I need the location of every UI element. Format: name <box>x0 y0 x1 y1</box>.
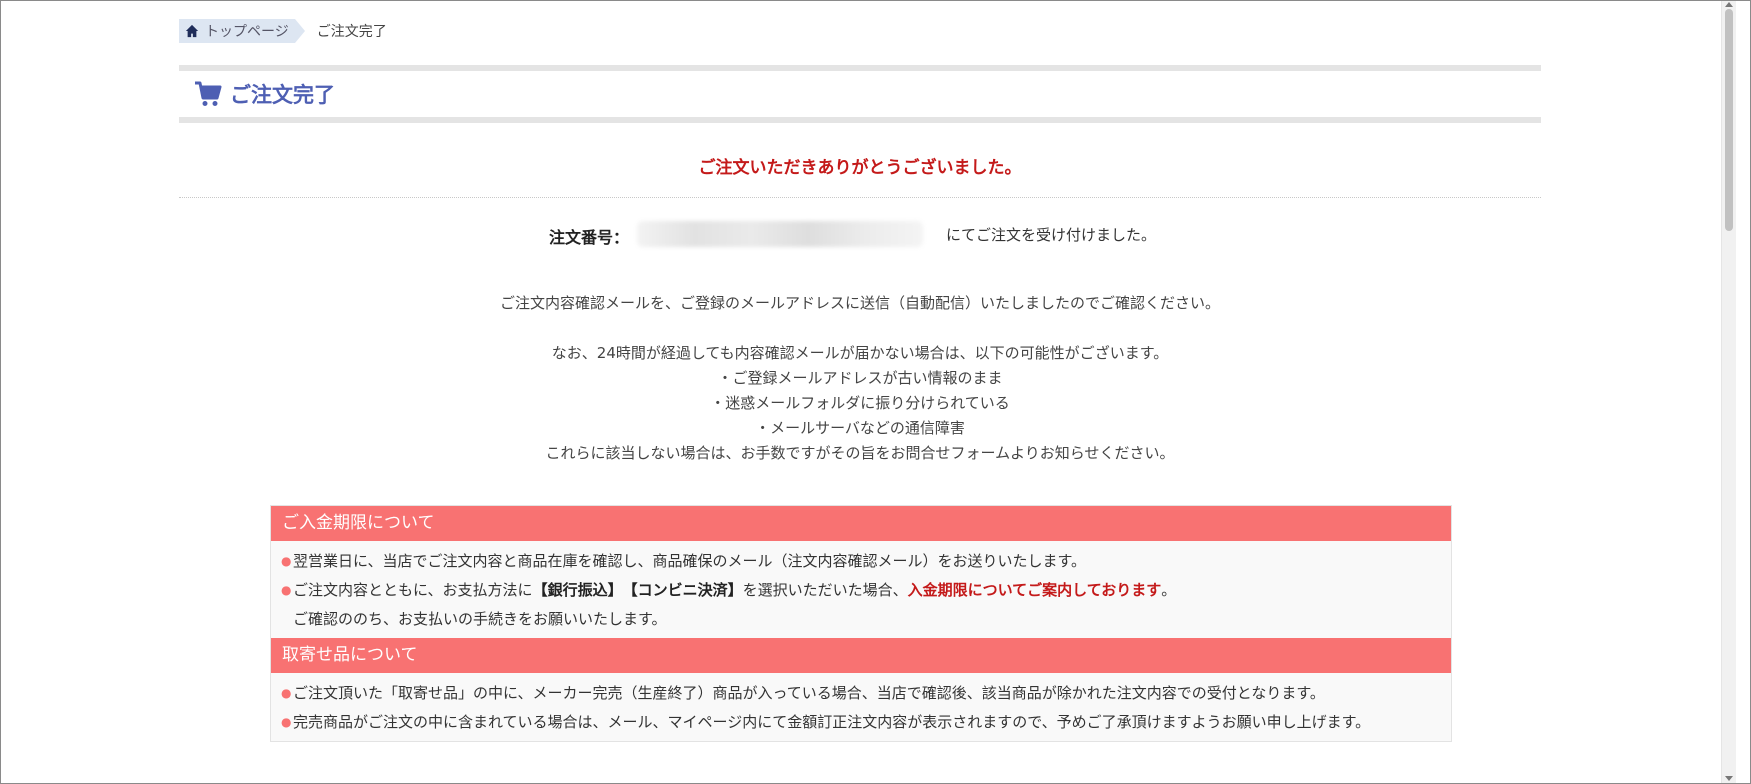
breadcrumb-current: ご注文完了 <box>316 24 387 40</box>
confirm-mail-message: ご注文内容確認メールを、ご登録のメールアドレスに送信（自動配信）いたしましたので… <box>499 294 1220 312</box>
order-number-line: 注文番号： にてご注文を受け付けました。 <box>179 221 1541 247</box>
order-items-item-1: ご注文頂いた「取寄せ品」の中に、メーカー完売（生産終了）商品が入っている場合、当… <box>293 684 1325 702</box>
divider <box>179 197 1541 198</box>
breadcrumb-home-link[interactable]: トップページ <box>179 19 305 43</box>
notice-reason-3: ・メールサーバなどの通信障害 <box>755 419 965 437</box>
order-items-item-2: 完売商品がご注文の中に含まれている場合は、メール、マイページ内にて金額訂正注文内… <box>293 713 1371 731</box>
breadcrumb-home-label: トップページ <box>205 24 289 40</box>
scroll-up-icon[interactable] <box>1725 2 1733 7</box>
bullet-icon: ● <box>281 583 292 597</box>
payment-item-2-pre: ご注文内容とともに、お支払方法に <box>293 581 533 599</box>
payment-item-2-end: 。 <box>1161 581 1177 599</box>
scroll-down-icon[interactable] <box>1725 776 1733 781</box>
page-title: ご注文完了 <box>230 83 335 107</box>
list-item: ● 翌営業日に、当店でご注文内容と商品在庫を確認し、商品確保のメール（注文内容確… <box>281 547 1441 576</box>
thanks-message: ご注文いただきありがとうございました。 <box>698 158 1022 178</box>
payment-deadline-notice: 入金期限についてご案内しております <box>907 581 1162 599</box>
payment-deadline-body: ● 翌営業日に、当店でご注文内容と商品在庫を確認し、商品確保のメール（注文内容確… <box>271 541 1451 638</box>
payment-convenience: 【コンビニ決済】 <box>622 581 743 599</box>
bullet-icon: ● <box>281 715 292 729</box>
breadcrumb: トップページ ご注文完了 <box>179 19 387 43</box>
bullet-icon: ● <box>281 686 292 700</box>
payment-item-2-continuation: ご確認ののち、お支払いの手続きをお願いいたします。 <box>293 610 667 628</box>
payment-deadline-heading: ご入金期限について <box>271 506 1451 541</box>
notice-outro: これらに該当しない場合は、お手数ですがその旨をお問合せフォームよりお知らせくださ… <box>545 444 1175 462</box>
list-item: ● 完売商品がご注文の中に含まれている場合は、メール、マイページ内にて金額訂正注… <box>281 708 1441 737</box>
bullet-icon: ● <box>281 554 292 568</box>
home-icon <box>185 24 199 38</box>
info-box: ご入金期限について ● 翌営業日に、当店でご注文内容と商品在庫を確認し、商品確保… <box>270 505 1452 742</box>
page-title-bar: ご注文完了 <box>179 65 1541 123</box>
order-accepted-text: にてご注文を受け付けました。 <box>946 226 1157 244</box>
notice-reason-1: ・ご登録メールアドレスが古い情報のまま <box>717 369 1003 387</box>
order-number-value-redacted <box>637 221 923 247</box>
order-items-body: ● ご注文頂いた「取寄せ品」の中に、メーカー完売（生産終了）商品が入っている場合… <box>271 673 1451 741</box>
cart-icon <box>195 81 222 106</box>
page: トップページ ご注文完了 ご注文完了 ご注文いただきありがとうございました。 注… <box>1 1 1736 783</box>
payment-item-1: 翌営業日に、当店でご注文内容と商品在庫を確認し、商品確保のメール（注文内容確認メ… <box>293 552 1087 570</box>
vertical-scrollbar[interactable] <box>1721 1 1736 783</box>
notice-intro: なお、24時間が経過しても内容確認メールが届かない場合は、以下の可能性がございま… <box>551 344 1169 362</box>
payment-item-2-mid: を選択いただいた場合、 <box>742 581 908 599</box>
list-item: ● ご注文内容とともに、お支払方法に 【銀行振込】 【コンビニ決済】 を選択いた… <box>281 576 1441 605</box>
order-number-label: 注文番号： <box>549 228 630 247</box>
notice-reason-2: ・迷惑メールフォルダに振り分けられている <box>710 394 1010 412</box>
scroll-thumb[interactable] <box>1725 9 1733 231</box>
order-items-heading: 取寄せ品について <box>271 638 1451 673</box>
list-item: ● ご注文頂いた「取寄せ品」の中に、メーカー完売（生産終了）商品が入っている場合… <box>281 679 1441 708</box>
payment-bank-transfer: 【銀行振込】 <box>532 581 623 599</box>
